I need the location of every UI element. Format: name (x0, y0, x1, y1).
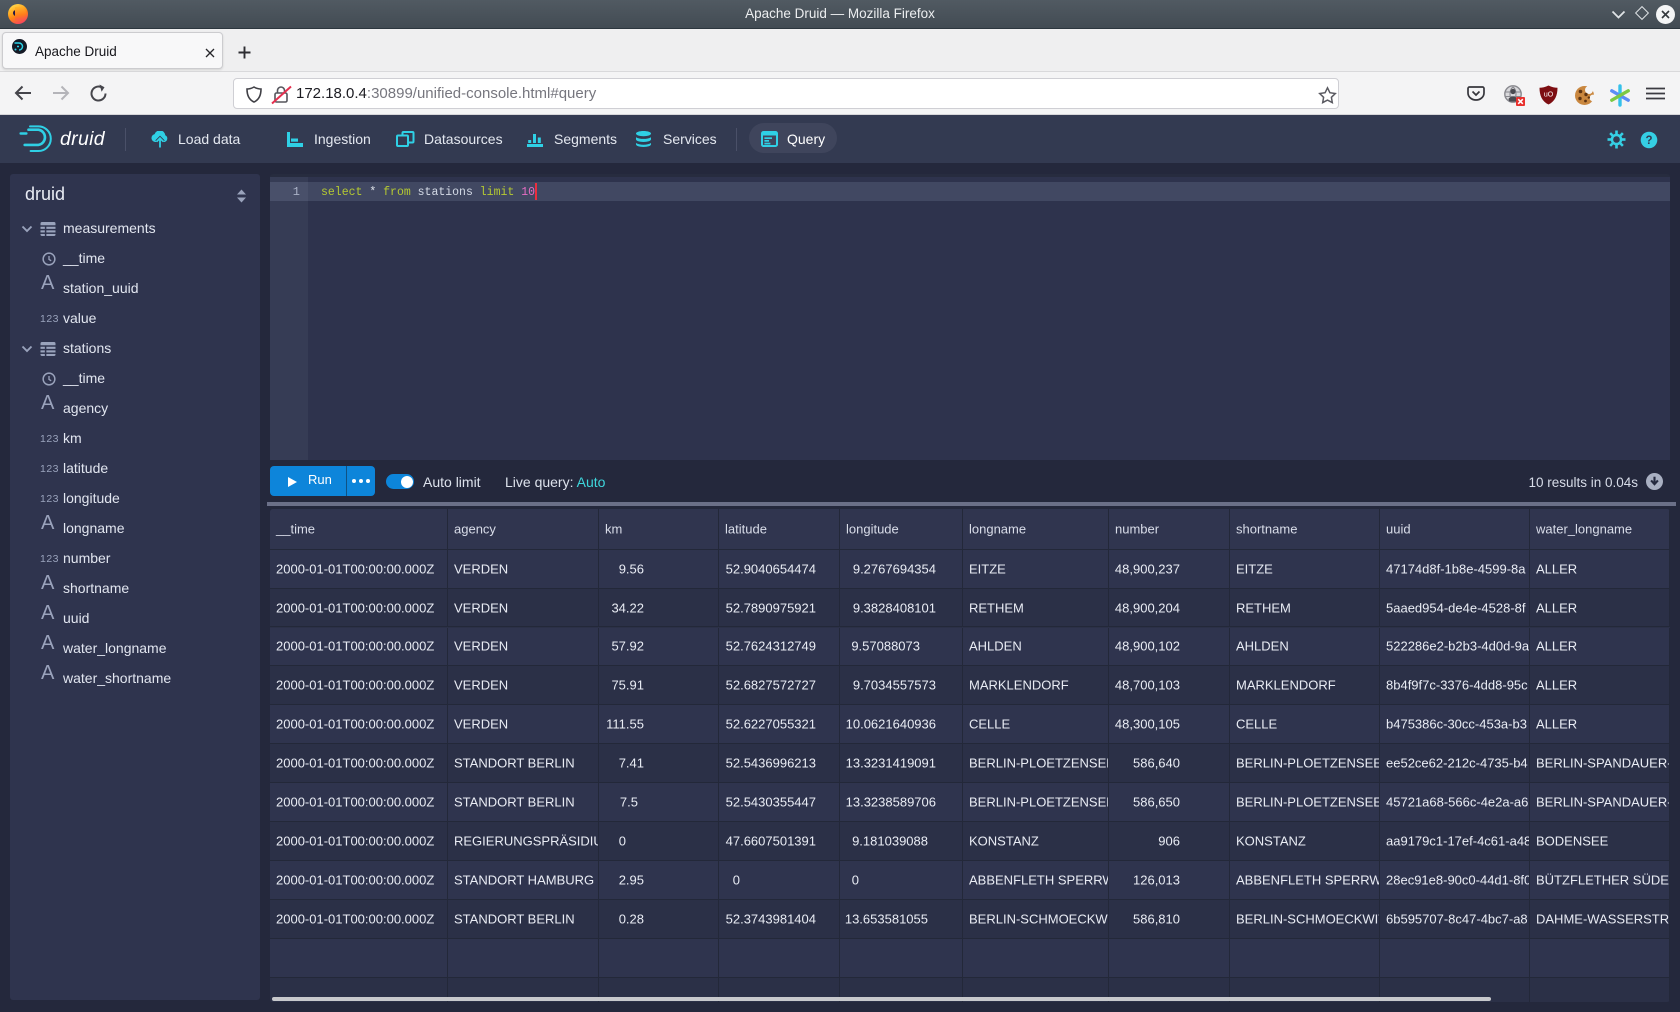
svg-text:uO: uO (1544, 92, 1554, 99)
svg-text:?: ? (1645, 135, 1652, 147)
